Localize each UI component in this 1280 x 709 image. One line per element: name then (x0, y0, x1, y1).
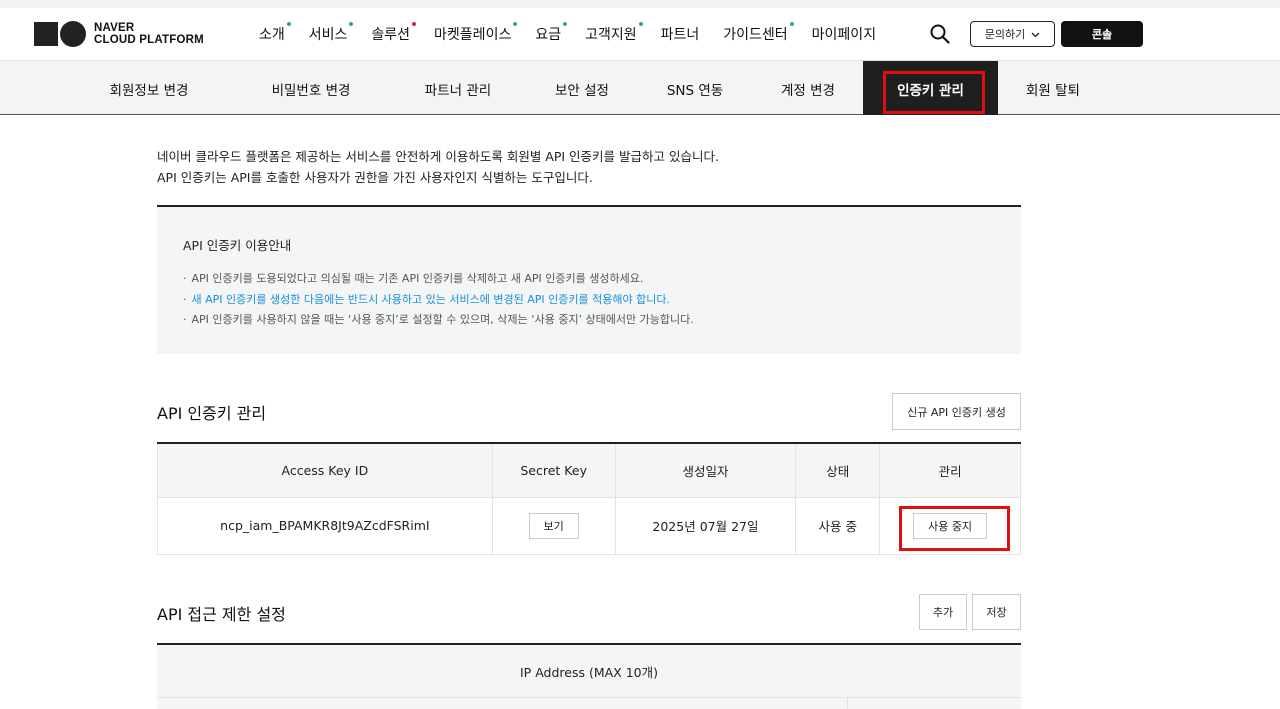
naver-cloud-logo[interactable]: NAVER CLOUD PLATFORM (34, 21, 204, 47)
table-header-row: Access Key ID Secret Key 생성일자 상태 관리 (157, 443, 1021, 498)
logo-line2: CLOUD PLATFORM (94, 34, 204, 46)
gnb-item-support[interactable]: 고객지원 (585, 22, 643, 44)
gnb-item-guide[interactable]: 가이드센터 (723, 22, 794, 44)
gnb-item-marketplace[interactable]: 마켓플레이스 (434, 22, 518, 44)
table-row: ncp_iam_BPAMKR8Jt9AZcdFSRimI 보기 2025년 07… (157, 496, 1021, 555)
status-cell: 사용 중 (795, 496, 881, 555)
chevron-down-icon (1031, 28, 1040, 41)
col-access-key-id: Access Key ID (157, 443, 493, 498)
notice-list: API 인증키를 도용되었다고 의심될 때는 기존 API 인증키를 삭제하고 … (183, 269, 995, 331)
search-icon[interactable] (929, 23, 951, 45)
show-secret-key-button[interactable]: 보기 (528, 512, 579, 539)
highlight-box-auth-key-tab (883, 71, 985, 114)
intro-line1: 네이버 클라우드 플랫폼은 제공하는 서비스를 안전하게 이용하도록 회원별 A… (157, 149, 719, 164)
col-created-date: 생성일자 (614, 443, 797, 498)
api-key-section-title: API 인증키 관리 (157, 404, 267, 423)
col-manage: 관리 (879, 443, 1021, 498)
gnb-item-mypage[interactable]: 마이페이지 (812, 24, 876, 44)
access-key-id-cell: ncp_iam_BPAMKR8Jt9AZcdFSRimI (157, 496, 493, 555)
gnb-item-partner[interactable]: 파트너 (661, 24, 700, 44)
manage-cell: 사용 중지 (879, 496, 1021, 555)
notice-item: API 인증키를 도용되었다고 의심될 때는 기존 API 인증키를 삭제하고 … (183, 269, 995, 290)
new-dot-icon (638, 22, 643, 26)
new-dot-icon (563, 22, 568, 26)
ip-restriction-table: IP Address (MAX 10개) (157, 643, 1021, 709)
intro-line2: API 인증키는 API를 호출한 사용자가 권한을 가진 사용자인지 식별하는… (157, 170, 593, 185)
intro-text: 네이버 클라우드 플랫폼은 제공하는 서비스를 안전하게 이용하도록 회원별 A… (157, 146, 719, 188)
save-button[interactable]: 저장 (972, 594, 1021, 630)
global-nav: 소개 서비스 솔루션 마켓플레이스 요금 고객지원 파트너 가이드센터 마이페이… (259, 22, 900, 44)
disable-key-button[interactable]: 사용 중지 (913, 512, 988, 539)
access-restriction-title: API 접근 제한 설정 (157, 605, 286, 624)
gnb-item-solutions[interactable]: 솔루션 (371, 22, 417, 44)
notice-item-highlighted: 새 API 인증키를 생성한 다음에는 반드시 사용하고 있는 서비스에 변경된… (183, 290, 995, 311)
notice-item: API 인증키를 사용하지 않을 때는 ‘사용 중지’로 설정할 수 있으며, … (183, 310, 995, 331)
tab-account-change[interactable]: 계정 변경 (768, 61, 848, 115)
new-dot-icon (513, 22, 518, 26)
logo-circle-icon (60, 21, 86, 47)
api-key-table: Access Key ID Secret Key 생성일자 상태 관리 ncp_… (157, 442, 1021, 555)
col-secret-key: Secret Key (491, 443, 616, 498)
tab-partner[interactable]: 파트너 관리 (413, 61, 503, 115)
new-dot-icon (412, 22, 417, 26)
tab-withdraw[interactable]: 회원 탈퇴 (1013, 61, 1093, 115)
col-status: 상태 (795, 443, 881, 498)
top-header: NAVER CLOUD PLATFORM 소개 서비스 솔루션 마켓플레이스 요… (0, 0, 1280, 60)
secret-key-cell: 보기 (491, 496, 616, 555)
gnb-item-services[interactable]: 서비스 (309, 22, 354, 44)
console-button[interactable]: 콘솔 (1061, 21, 1143, 47)
tab-password[interactable]: 비밀번호 변경 (257, 61, 365, 115)
tab-member-info[interactable]: 회원정보 변경 (95, 61, 203, 115)
tab-security[interactable]: 보안 설정 (542, 61, 622, 115)
api-key-notice-box: API 인증키 이용안내 API 인증키를 도용되었다고 의심될 때는 기존 A… (157, 205, 1021, 354)
tab-sns[interactable]: SNS 연동 (655, 61, 735, 115)
new-dot-icon (789, 22, 794, 26)
created-date-cell: 2025년 07월 27일 (614, 496, 797, 555)
new-dot-icon (286, 22, 291, 26)
new-dot-icon (349, 22, 354, 26)
notice-title: API 인증키 이용안내 (183, 238, 292, 253)
gnb-item-pricing[interactable]: 요금 (535, 22, 568, 44)
logo-square-icon (34, 22, 58, 46)
inquiry-dropdown-button[interactable]: 문의하기 (970, 21, 1055, 47)
ip-address-header: IP Address (MAX 10개) (157, 645, 1021, 698)
mypage-subnav: 회원정보 변경 비밀번호 변경 파트너 관리 보안 설정 SNS 연동 계정 변… (0, 60, 1280, 115)
add-button[interactable]: 추가 (919, 594, 967, 630)
gnb-item-intro[interactable]: 소개 (259, 22, 291, 44)
create-api-key-button[interactable]: 신규 API 인증키 생성 (892, 393, 1021, 430)
column-divider (847, 698, 848, 709)
logo-line1: NAVER (94, 22, 135, 34)
